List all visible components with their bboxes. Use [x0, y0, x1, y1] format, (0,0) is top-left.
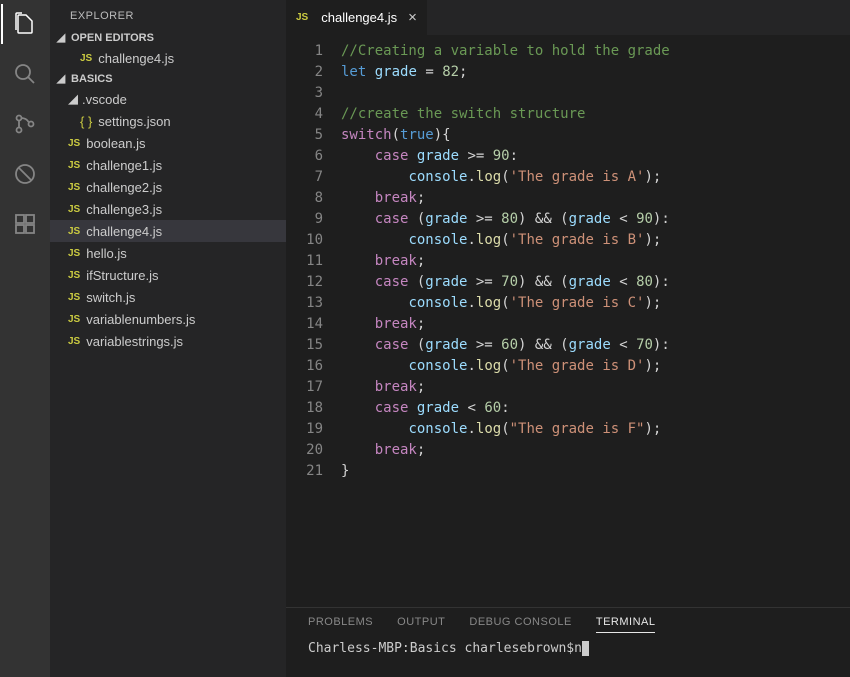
terminal-prompt: Charless-MBP:Basics charlesebrown$ [308, 641, 574, 656]
file-label: challenge1.js [86, 158, 162, 173]
file-label: challenge4.js [98, 51, 174, 66]
open-editors-header[interactable]: ◢ OPEN EDITORS [50, 28, 286, 47]
file-label: hello.js [86, 246, 126, 261]
file-label: ifStructure.js [86, 268, 158, 283]
main: JS challenge4.js × 123456789101112131415… [286, 0, 850, 677]
workspace-label: BASICS [71, 73, 113, 85]
terminal-input: n [574, 641, 582, 656]
workspace-header[interactable]: ◢ BASICS [50, 69, 286, 88]
open-editors-list: JS challenge4.js [50, 47, 286, 69]
terminal-cursor [582, 641, 589, 656]
file-item[interactable]: JS ifStructure.js [50, 264, 286, 286]
panel-tab-terminal[interactable]: TERMINAL [596, 616, 656, 633]
js-file-icon: JS [68, 182, 80, 193]
js-file-icon: JS [68, 226, 80, 237]
tab-filename: challenge4.js [321, 10, 397, 25]
file-label: variablenumbers.js [86, 312, 195, 327]
file-item[interactable]: JS challenge1.js [50, 154, 286, 176]
panel-tabs: PROBLEMS OUTPUT DEBUG CONSOLE TERMINAL [286, 608, 850, 641]
js-file-icon: JS [68, 248, 80, 259]
file-label: switch.js [86, 290, 135, 305]
source-control-icon[interactable] [1, 108, 49, 140]
file-label: settings.json [98, 114, 170, 129]
file-item[interactable]: JS variablenumbers.js [50, 308, 286, 330]
file-item[interactable]: JS challenge3.js [50, 198, 286, 220]
js-file-icon: JS [68, 270, 80, 281]
debug-icon[interactable] [1, 158, 49, 190]
tab-challenge4[interactable]: JS challenge4.js × [286, 0, 427, 35]
panel-tab-problems[interactable]: PROBLEMS [308, 616, 373, 633]
file-label: challenge2.js [86, 180, 162, 195]
file-tree: ◢ .vscode { } settings.json JS boolean.js JS c… [50, 88, 286, 352]
js-file-icon: JS [68, 138, 80, 149]
open-editors-label: OPEN EDITORS [71, 32, 154, 44]
editor[interactable]: 123456789101112131415161718192021 //Crea… [286, 35, 850, 607]
chevron-down-icon: ◢ [68, 91, 82, 107]
sidebar: EXPLORER ◢ OPEN EDITORS JSchallenge4.js … [50, 0, 286, 677]
file-item[interactable]: JS variablestrings.js [50, 330, 286, 352]
file-item[interactable]: JS switch.js [50, 286, 286, 308]
folder-label: .vscode [82, 92, 127, 107]
js-file-icon: JS [68, 160, 80, 171]
js-file-icon: JS [68, 314, 80, 325]
panel-tab-debug-console[interactable]: DEBUG CONSOLE [469, 616, 571, 633]
explorer-icon[interactable] [1, 8, 49, 40]
file-item[interactable]: JS boolean.js [50, 132, 286, 154]
js-file-icon: JS [80, 53, 92, 64]
js-file-icon: JS [296, 12, 308, 23]
js-file-icon: JS [68, 204, 80, 215]
file-label: challenge3.js [86, 202, 162, 217]
line-numbers: 123456789101112131415161718192021 [286, 41, 341, 607]
open-editor-item[interactable]: JS challenge4.js [50, 47, 286, 69]
code-area[interactable]: //Creating a variable to hold the grade … [341, 41, 850, 607]
file-label: challenge4.js [86, 224, 162, 239]
terminal[interactable]: Charless-MBP:Basics charlesebrown$ n [286, 641, 850, 677]
chevron-down-icon: ◢ [54, 31, 68, 44]
js-file-icon: JS [68, 336, 80, 347]
activity-bar [0, 0, 50, 677]
panel-tab-output[interactable]: OUTPUT [397, 616, 445, 633]
json-file-icon: { } [80, 114, 92, 129]
file-item[interactable]: JS challenge4.js [50, 220, 286, 242]
tab-bar: JS challenge4.js × [286, 0, 850, 35]
close-icon[interactable]: × [408, 9, 417, 26]
js-file-icon: JS [68, 292, 80, 303]
file-label: variablestrings.js [86, 334, 183, 349]
file-item[interactable]: JS challenge2.js [50, 176, 286, 198]
file-item[interactable]: { } settings.json [50, 110, 286, 132]
bottom-panel: PROBLEMS OUTPUT DEBUG CONSOLE TERMINAL Char… [286, 607, 850, 677]
chevron-down-icon: ◢ [54, 72, 68, 85]
folder-vscode[interactable]: ◢ .vscode [50, 88, 286, 110]
explorer-title: EXPLORER [50, 0, 286, 28]
extensions-icon[interactable] [1, 208, 49, 240]
file-label: boolean.js [86, 136, 145, 151]
file-item[interactable]: JS hello.js [50, 242, 286, 264]
search-icon[interactable] [1, 58, 49, 90]
